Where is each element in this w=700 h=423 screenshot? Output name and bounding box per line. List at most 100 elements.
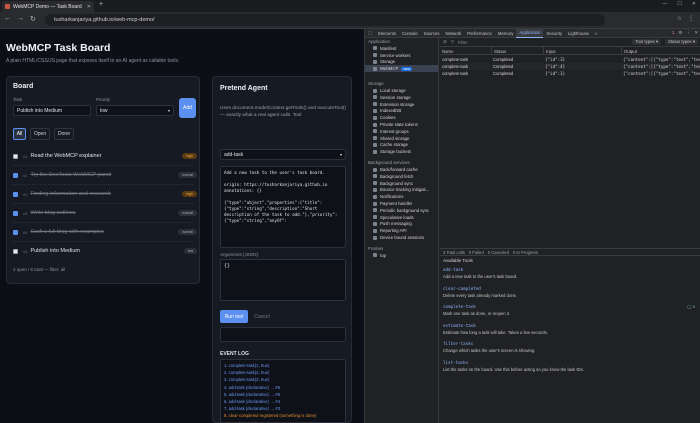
sidebar-item-local-storage[interactable]: Local storage bbox=[365, 87, 438, 94]
filter-done-button[interactable]: Done bbox=[54, 128, 74, 140]
tool-select[interactable]: add-task ▾ bbox=[220, 149, 346, 160]
sidebar-item-background-sync[interactable]: Background sync bbox=[365, 180, 438, 187]
sidebar-item-shared-storage[interactable]: Shared storage bbox=[365, 135, 438, 142]
devtools-tab-network[interactable]: Network bbox=[443, 29, 465, 38]
task-row[interactable]: #2 Try the DevTools WebMCP panel normal bbox=[13, 169, 197, 181]
error-count-badge[interactable]: 1 bbox=[672, 30, 674, 36]
sidebar-item-indexeddb[interactable]: IndexedDB bbox=[365, 108, 438, 115]
tool-entry[interactable]: estimate-task Estimate how long a task wi… bbox=[443, 323, 693, 335]
tool-entry[interactable]: complete-task Mark one task as done, or r… bbox=[443, 304, 693, 316]
task-row[interactable]: #5 Craft a full blog with examples normal bbox=[13, 226, 197, 238]
devtools-close-icon[interactable]: ✕ bbox=[694, 30, 698, 36]
tool-types-dropdown[interactable]: Tool types ▾ bbox=[632, 39, 661, 45]
sidebar-item-speculative-loads[interactable]: Speculative loads bbox=[365, 214, 438, 221]
priority-label: Priority bbox=[96, 97, 111, 102]
task-row[interactable]: #3 Finding information and research high bbox=[13, 188, 197, 200]
devtools-tab-lighthouse[interactable]: Lighthouse bbox=[565, 29, 592, 38]
sidebar-item-back-forward-cache[interactable]: Back/forward cache bbox=[365, 166, 438, 173]
browser-menu-icon[interactable]: ⋮ bbox=[688, 15, 694, 22]
task-checkbox[interactable] bbox=[13, 172, 18, 178]
call-row[interactable]: complete-task Completed {"id":1} {"content"… bbox=[440, 70, 700, 77]
task-row[interactable]: #6 Publish into Medium low bbox=[13, 245, 197, 257]
sidebar-item-top[interactable]: top bbox=[365, 252, 438, 259]
task-checkbox[interactable] bbox=[13, 248, 18, 254]
col-output[interactable]: Output bbox=[621, 47, 700, 55]
sidebar-item-reporting-api[interactable]: Reporting API bbox=[365, 227, 438, 234]
run-tool-button[interactable]: Run tool bbox=[220, 310, 248, 323]
address-bar[interactable]: tusharkanjariya.github.io/web-mcp-demo/ bbox=[45, 14, 605, 26]
tool-entry[interactable]: add-task Add a new task to the user's tas… bbox=[443, 267, 693, 279]
sidebar-item-device-bound-sessions[interactable]: Device bound sessions bbox=[365, 234, 438, 241]
sidebar-section-frames[interactable]: Frames bbox=[365, 245, 438, 252]
sidebar-item-background-fetch[interactable]: Background fetch bbox=[365, 173, 438, 180]
sidebar-section-storage[interactable]: Storage bbox=[365, 80, 438, 87]
sidebar-item-extension-storage[interactable]: Extension storage bbox=[365, 101, 438, 108]
task-row[interactable]: #1 Read the WebMCP explainer high bbox=[13, 150, 197, 162]
devtools-tab-memory[interactable]: Memory bbox=[495, 29, 517, 38]
sidebar-section-application[interactable]: Application bbox=[365, 38, 438, 45]
sidebar-item-manifest[interactable]: Manifest bbox=[365, 45, 438, 52]
col-name[interactable]: Name bbox=[440, 47, 491, 55]
storage-item-label: Local storage bbox=[380, 88, 406, 94]
tool-entry[interactable]: filter-tasks Change which tasks the user'… bbox=[443, 341, 693, 353]
forward-icon[interactable]: → bbox=[17, 15, 24, 22]
sidebar-item-storage-buckets[interactable]: Storage buckets bbox=[365, 148, 438, 155]
task-checkbox[interactable] bbox=[13, 210, 18, 216]
tool-entry[interactable]: clear-completed Delete every task already… bbox=[443, 286, 693, 298]
priority-badge: normal bbox=[178, 229, 197, 235]
clear-icon[interactable]: ⊘ bbox=[443, 39, 447, 45]
sidebar-section-background[interactable]: Background services bbox=[365, 159, 438, 166]
call-row[interactable]: complete-task Completed {"id":4} {"content"… bbox=[440, 63, 700, 70]
col-status[interactable]: Status bbox=[491, 47, 543, 55]
devtools-tab-elements[interactable]: Elements bbox=[375, 29, 399, 38]
filter-open-button[interactable]: Open bbox=[30, 128, 50, 140]
bookmark-star-icon[interactable]: ☆ bbox=[677, 15, 682, 22]
devtools-tab-application[interactable]: Application bbox=[516, 28, 544, 38]
status-types-dropdown[interactable]: Status types ▾ bbox=[665, 39, 698, 45]
sidebar-item-notifications[interactable]: Notifications bbox=[365, 193, 438, 200]
sidebar-item-private-state-tokens[interactable]: Private state tokens bbox=[365, 121, 438, 128]
devtools-tab-sources[interactable]: Sources bbox=[421, 29, 443, 38]
filter-all-button[interactable]: All bbox=[13, 128, 26, 140]
minimize-icon[interactable]: — bbox=[662, 1, 667, 7]
col-input[interactable]: Input bbox=[543, 47, 621, 55]
task-checkbox[interactable] bbox=[13, 229, 18, 235]
sidebar-item-webmcp[interactable]: WebMCP NEW bbox=[365, 65, 438, 73]
call-row[interactable]: complete-task Completed {"id":3} {"content"… bbox=[440, 56, 700, 63]
back-icon[interactable]: ← bbox=[4, 15, 11, 22]
sidebar-item-service-workers[interactable]: Service workers bbox=[365, 52, 438, 59]
close-window-icon[interactable]: ✕ bbox=[692, 1, 696, 7]
sidebar-item-periodic-background-sync[interactable]: Periodic background sync bbox=[365, 207, 438, 214]
more-tabs-icon[interactable]: » bbox=[592, 29, 600, 38]
filter-input[interactable]: Filter bbox=[458, 40, 468, 45]
maximize-icon[interactable]: ☐ bbox=[677, 1, 681, 7]
devtools-tab-performance[interactable]: Performance bbox=[464, 29, 495, 38]
tool-entry[interactable]: list-tasks List the tasks on the board. U… bbox=[443, 360, 693, 372]
sidebar-item-bounce-tracking-mitigati[interactable]: Bounce tracking mitigati... bbox=[365, 187, 438, 194]
sidebar-item-storage[interactable]: Storage bbox=[365, 59, 438, 66]
task-checkbox[interactable] bbox=[13, 153, 18, 159]
browser-tab[interactable]: WebMCP Demo — Task Board ✕ bbox=[2, 1, 94, 12]
task-input[interactable]: Publish into Medium bbox=[13, 105, 91, 116]
new-tab-button[interactable]: + bbox=[99, 1, 103, 8]
task-divider bbox=[13, 241, 193, 242]
arguments-input[interactable]: {} bbox=[220, 259, 346, 301]
sidebar-item-interest-groups[interactable]: Interest groups bbox=[365, 128, 438, 135]
devtools-tab-console[interactable]: Console bbox=[399, 29, 421, 38]
sidebar-item-session-storage[interactable]: Session storage bbox=[365, 94, 438, 101]
settings-gear-icon[interactable]: ⚙ bbox=[678, 30, 682, 36]
sidebar-item-cookies[interactable]: Cookies bbox=[365, 114, 438, 121]
task-row[interactable]: #4 Write blog outlines normal bbox=[13, 207, 197, 219]
sidebar-item-cache-storage[interactable]: Cache storage bbox=[365, 142, 438, 149]
tab-close-icon[interactable]: ✕ bbox=[87, 4, 91, 10]
task-checkbox[interactable] bbox=[13, 191, 18, 197]
devtools-menu-icon[interactable]: ⋮ bbox=[686, 30, 690, 36]
reload-icon[interactable]: ↻ bbox=[30, 15, 36, 23]
priority-select[interactable]: low ▾ bbox=[96, 105, 174, 116]
cancel-button[interactable]: Cancel bbox=[251, 310, 273, 323]
devtools-tab-security[interactable]: Security bbox=[543, 29, 565, 38]
sidebar-item-payment-handler[interactable]: Payment handler bbox=[365, 200, 438, 207]
devtools-inspect-icon[interactable]: ⬚ bbox=[365, 29, 375, 38]
sidebar-item-push-messaging[interactable]: Push messaging bbox=[365, 221, 438, 228]
add-task-button[interactable]: Add bbox=[179, 98, 196, 118]
